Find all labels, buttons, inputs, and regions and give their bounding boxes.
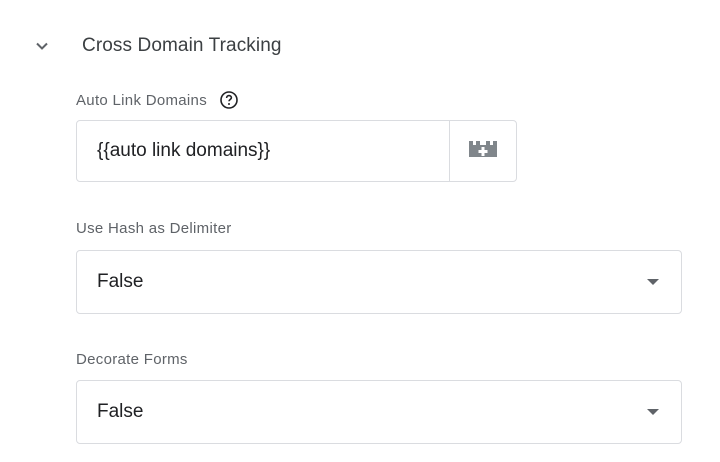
use-hash-delimiter-select[interactable]: False	[76, 250, 682, 314]
decorate-forms-label: Decorate Forms	[76, 351, 188, 368]
auto-link-domains-label-text: Auto Link Domains	[76, 91, 207, 109]
help-icon[interactable]	[219, 90, 239, 110]
dropdown-arrow-icon	[647, 279, 659, 285]
section-header-cross-domain-tracking[interactable]: Cross Domain Tracking	[30, 28, 282, 64]
add-variable-icon	[466, 139, 500, 164]
section-title: Cross Domain Tracking	[82, 35, 282, 56]
auto-link-domains-value: {{auto link domains}}	[97, 140, 271, 161]
use-hash-delimiter-value: False	[97, 271, 144, 292]
dropdown-arrow-icon	[647, 409, 659, 415]
chevron-down-icon[interactable]	[30, 34, 54, 58]
auto-link-domains-label: Auto Link Domains	[76, 90, 239, 110]
insert-variable-button[interactable]	[449, 120, 517, 182]
decorate-forms-value: False	[97, 401, 144, 422]
decorate-forms-select[interactable]: False	[76, 380, 682, 444]
auto-link-domains-input[interactable]: {{auto link domains}}	[76, 120, 450, 182]
use-hash-delimiter-label: Use Hash as Delimiter	[76, 220, 232, 237]
